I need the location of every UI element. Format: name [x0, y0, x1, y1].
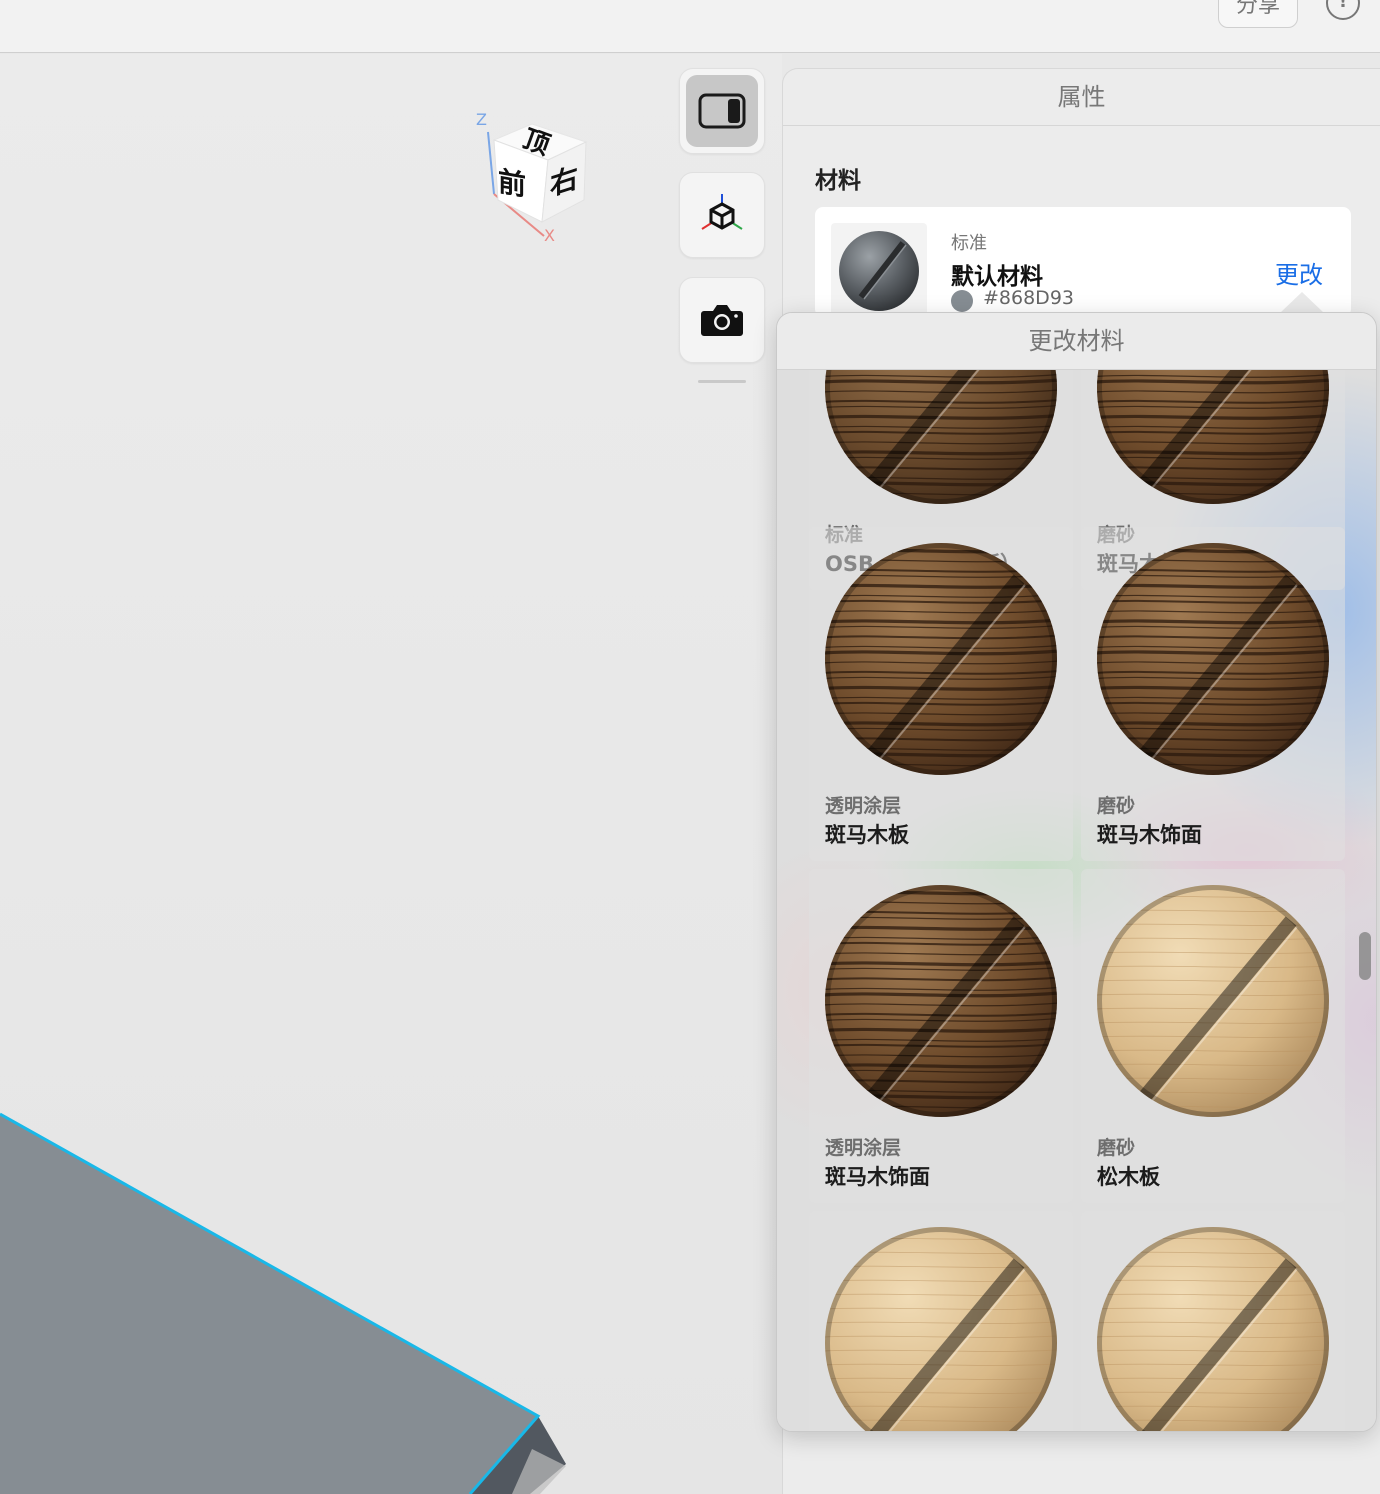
viewcube-axis-x: X [544, 226, 555, 245]
viewcube-axis-z: Z [476, 110, 487, 129]
material-tile-name: 斑马木板 [825, 823, 909, 847]
camera-icon [701, 305, 743, 336]
change-material-popover: 更改材料 标准 OSB（定向刨花 [776, 312, 1377, 1432]
material-tile[interactable] [809, 1211, 1073, 1431]
axes-cube-icon [701, 194, 743, 230]
material-tile-name: 斑马木饰面 [825, 1165, 930, 1189]
material-tile-kind: 透明涂层 [825, 795, 902, 817]
material-preview-sphere [1097, 543, 1329, 775]
material-preview-sphere [825, 543, 1057, 775]
material-tile[interactable]: 透明涂层 斑马木饰面 [809, 869, 1073, 1203]
material-color-hex: #868D93 [983, 287, 1074, 309]
material-preview-sphere [1097, 1227, 1329, 1431]
viewcube-face-front[interactable]: 前 [498, 160, 526, 205]
transform-button[interactable] [679, 172, 765, 258]
material-color-swatch[interactable] [951, 290, 973, 312]
properties-title: 属性 [783, 69, 1380, 126]
scrollbar[interactable] [1359, 932, 1371, 980]
popover-arrow [1280, 292, 1324, 313]
material-preview-sphere [825, 370, 1057, 504]
tool-divider [698, 380, 746, 383]
material-tile-name: 松木板 [1097, 1165, 1160, 1189]
inspector-toggle-button[interactable] [679, 68, 765, 154]
material-tile-kind: 磨砂 [1097, 795, 1136, 817]
share-button[interactable]: 分享 [1218, 0, 1298, 28]
sidebar-icon [698, 93, 746, 129]
material-tile[interactable] [1081, 1211, 1345, 1431]
material-section-title: 材料 [815, 168, 861, 194]
material-tile[interactable]: 磨砂 斑马木饰面 [1081, 527, 1345, 861]
material-tile-name: 斑马木饰面 [1097, 823, 1202, 847]
material-thumbnail [831, 223, 927, 317]
viewport-3d[interactable]: Z X 顶 前 右 [0, 54, 782, 1494]
selected-box-object[interactable] [0, 54, 782, 1494]
material-tile-kind: 磨砂 [1097, 1137, 1136, 1159]
material-preview-sphere [825, 1227, 1057, 1431]
material-preview-sphere [1097, 370, 1329, 504]
material-grid: 标准 OSB（定向刨花板） 磨砂 斑 [777, 370, 1376, 1431]
info-icon[interactable]: ! [1326, 0, 1360, 20]
material-tile[interactable]: 磨砂 松木板 [1081, 869, 1345, 1203]
change-material-button[interactable]: 更改 [1275, 255, 1323, 290]
material-tile[interactable]: 透明涂层 斑马木板 [809, 527, 1073, 861]
material-preview-sphere [1097, 885, 1329, 1117]
top-toolbar: 分享 ! [0, 0, 1380, 53]
material-kind: 标准 [951, 233, 987, 254]
material-tile-kind: 透明涂层 [825, 1137, 902, 1159]
material-preview-sphere [825, 885, 1057, 1117]
snapshot-button[interactable] [679, 277, 765, 363]
material-card[interactable]: 标准 默认材料 #868D93 更改 [815, 207, 1351, 317]
popover-title: 更改材料 [777, 313, 1376, 370]
view-cube[interactable]: Z X 顶 前 右 [470, 110, 600, 254]
material-name: 默认材料 [951, 264, 1043, 290]
